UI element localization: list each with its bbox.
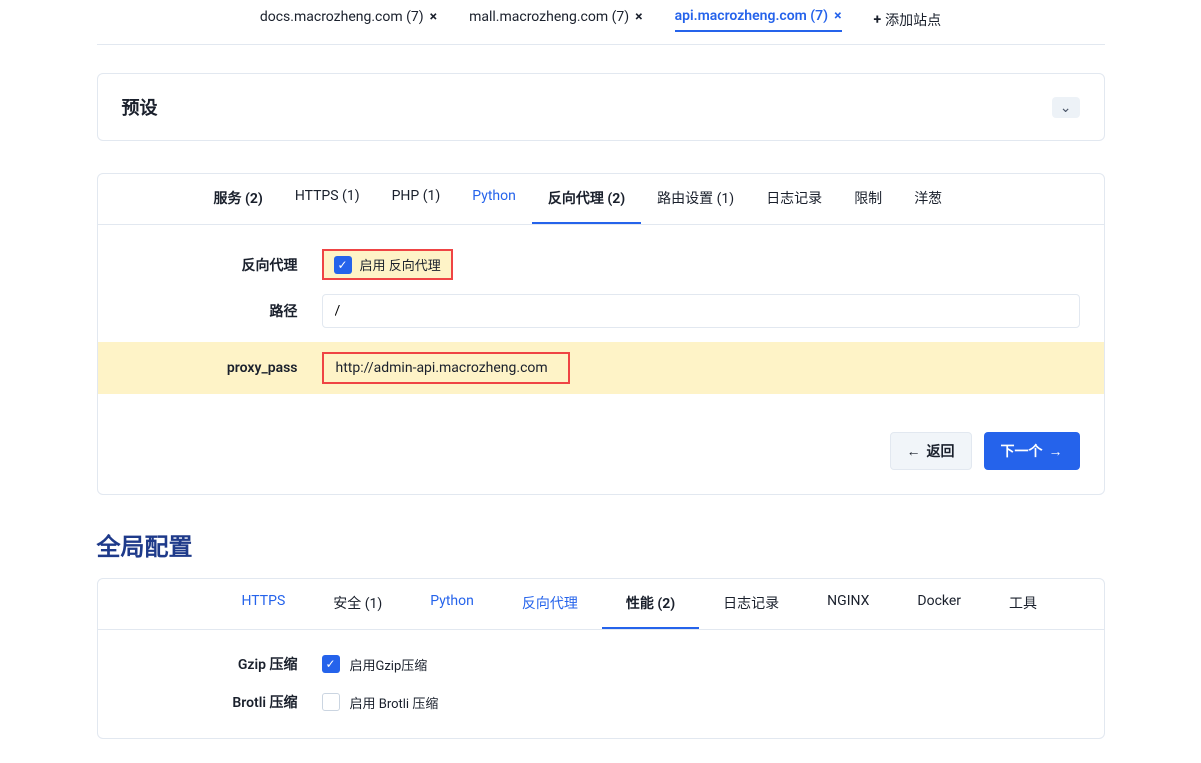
plus-icon: +	[874, 12, 882, 28]
chevron-down-icon[interactable]: ⌄	[1052, 97, 1080, 118]
reverse-proxy-row: 反向代理 ✓ 启用 反向代理	[122, 249, 1080, 280]
tab-global-performance[interactable]: 性能 (2)	[602, 579, 699, 629]
site-tab-label: mall.macrozheng.com (7)	[469, 9, 629, 25]
add-site-label: 添加站点	[885, 10, 941, 30]
tab-limit[interactable]: 限制	[838, 174, 898, 224]
brotli-enable-text: 启用 Brotli 压缩	[350, 693, 439, 712]
preset-config-panel: 服务 (2) HTTPS (1) PHP (1) Python 反向代理 (2)…	[97, 173, 1105, 495]
enable-reverse-proxy-text: 启用 反向代理	[360, 255, 441, 274]
tab-logging[interactable]: 日志记录	[750, 174, 838, 224]
tab-global-security[interactable]: 安全 (1)	[309, 579, 406, 629]
tab-global-nginx[interactable]: NGINX	[803, 579, 893, 629]
tab-global-python[interactable]: Python	[406, 579, 498, 629]
reverse-proxy-label: 反向代理	[122, 255, 322, 275]
brotli-checkbox[interactable]	[322, 693, 340, 711]
reverse-proxy-form: 反向代理 ✓ 启用 反向代理 路径 proxy_pass	[98, 225, 1104, 432]
close-icon[interactable]: ×	[834, 8, 841, 24]
global-config-title: 全局配置	[97, 527, 1105, 562]
tab-global-https[interactable]: HTTPS	[218, 579, 310, 629]
next-label: 下一个	[1001, 441, 1043, 461]
button-row: ← 返回 下一个 →	[98, 432, 1104, 494]
tab-global-reverse-proxy[interactable]: 反向代理	[498, 579, 602, 629]
gzip-row: Gzip 压缩 ✓ 启用Gzip压缩	[122, 654, 1080, 674]
site-tab-mall[interactable]: mall.macrozheng.com (7) ×	[469, 9, 643, 31]
path-label: 路径	[122, 301, 322, 321]
global-panel: HTTPS 安全 (1) Python 反向代理 性能 (2) 日志记录 NGI…	[97, 578, 1105, 739]
enable-reverse-proxy-checkbox[interactable]: ✓	[334, 256, 352, 274]
proxy-pass-row: proxy_pass http://admin-api.macrozheng.c…	[98, 342, 1104, 394]
arrow-left-icon: ←	[907, 443, 921, 459]
back-label: 返回	[927, 441, 955, 461]
tab-python[interactable]: Python	[456, 174, 532, 224]
gzip-checkbox[interactable]: ✓	[322, 655, 340, 673]
gzip-enable-text: 启用Gzip压缩	[350, 655, 428, 674]
arrow-right-icon: →	[1049, 443, 1063, 459]
next-button[interactable]: 下一个 →	[984, 432, 1080, 470]
tab-onion[interactable]: 洋葱	[898, 174, 958, 224]
tab-global-tools[interactable]: 工具	[985, 579, 1061, 629]
close-icon[interactable]: ×	[430, 9, 437, 25]
brotli-label: Brotli 压缩	[122, 692, 322, 712]
tab-services[interactable]: 服务 (2)	[198, 174, 279, 224]
back-button[interactable]: ← 返回	[890, 432, 972, 470]
enable-reverse-proxy-highlight: ✓ 启用 反向代理	[322, 249, 453, 280]
add-site-button[interactable]: + 添加站点	[874, 10, 942, 30]
preset-panel: 预设 ⌄	[97, 73, 1105, 141]
proxy-pass-value[interactable]: http://admin-api.macrozheng.com	[322, 352, 570, 384]
close-icon[interactable]: ×	[635, 9, 642, 25]
site-tabs: docs.macrozheng.com (7) × mall.macrozhen…	[97, 0, 1105, 45]
tab-reverse-proxy[interactable]: 反向代理 (2)	[532, 174, 641, 224]
brotli-row: Brotli 压缩 启用 Brotli 压缩	[122, 692, 1080, 712]
preset-tabs: 服务 (2) HTTPS (1) PHP (1) Python 反向代理 (2)…	[98, 174, 1104, 225]
path-row: 路径	[122, 294, 1080, 328]
site-tab-api[interactable]: api.macrozheng.com (7) ×	[675, 8, 842, 32]
tab-global-docker[interactable]: Docker	[893, 579, 985, 629]
site-tab-label: api.macrozheng.com (7)	[675, 8, 828, 24]
tab-global-logging[interactable]: 日志记录	[699, 579, 803, 629]
preset-header: 预设 ⌄	[98, 74, 1104, 140]
global-tabs: HTTPS 安全 (1) Python 反向代理 性能 (2) 日志记录 NGI…	[98, 579, 1104, 630]
path-input[interactable]	[322, 294, 1080, 328]
tab-route[interactable]: 路由设置 (1)	[641, 174, 750, 224]
site-tab-label: docs.macrozheng.com (7)	[260, 9, 424, 25]
proxy-pass-label: proxy_pass	[98, 360, 322, 376]
performance-form: Gzip 压缩 ✓ 启用Gzip压缩 Brotli 压缩 启用 Brotli 压…	[98, 630, 1104, 738]
tab-php[interactable]: PHP (1)	[376, 174, 457, 224]
site-tab-docs[interactable]: docs.macrozheng.com (7) ×	[260, 9, 437, 31]
preset-title: 预设	[122, 94, 158, 120]
tab-https[interactable]: HTTPS (1)	[279, 174, 376, 224]
gzip-label: Gzip 压缩	[122, 654, 322, 674]
